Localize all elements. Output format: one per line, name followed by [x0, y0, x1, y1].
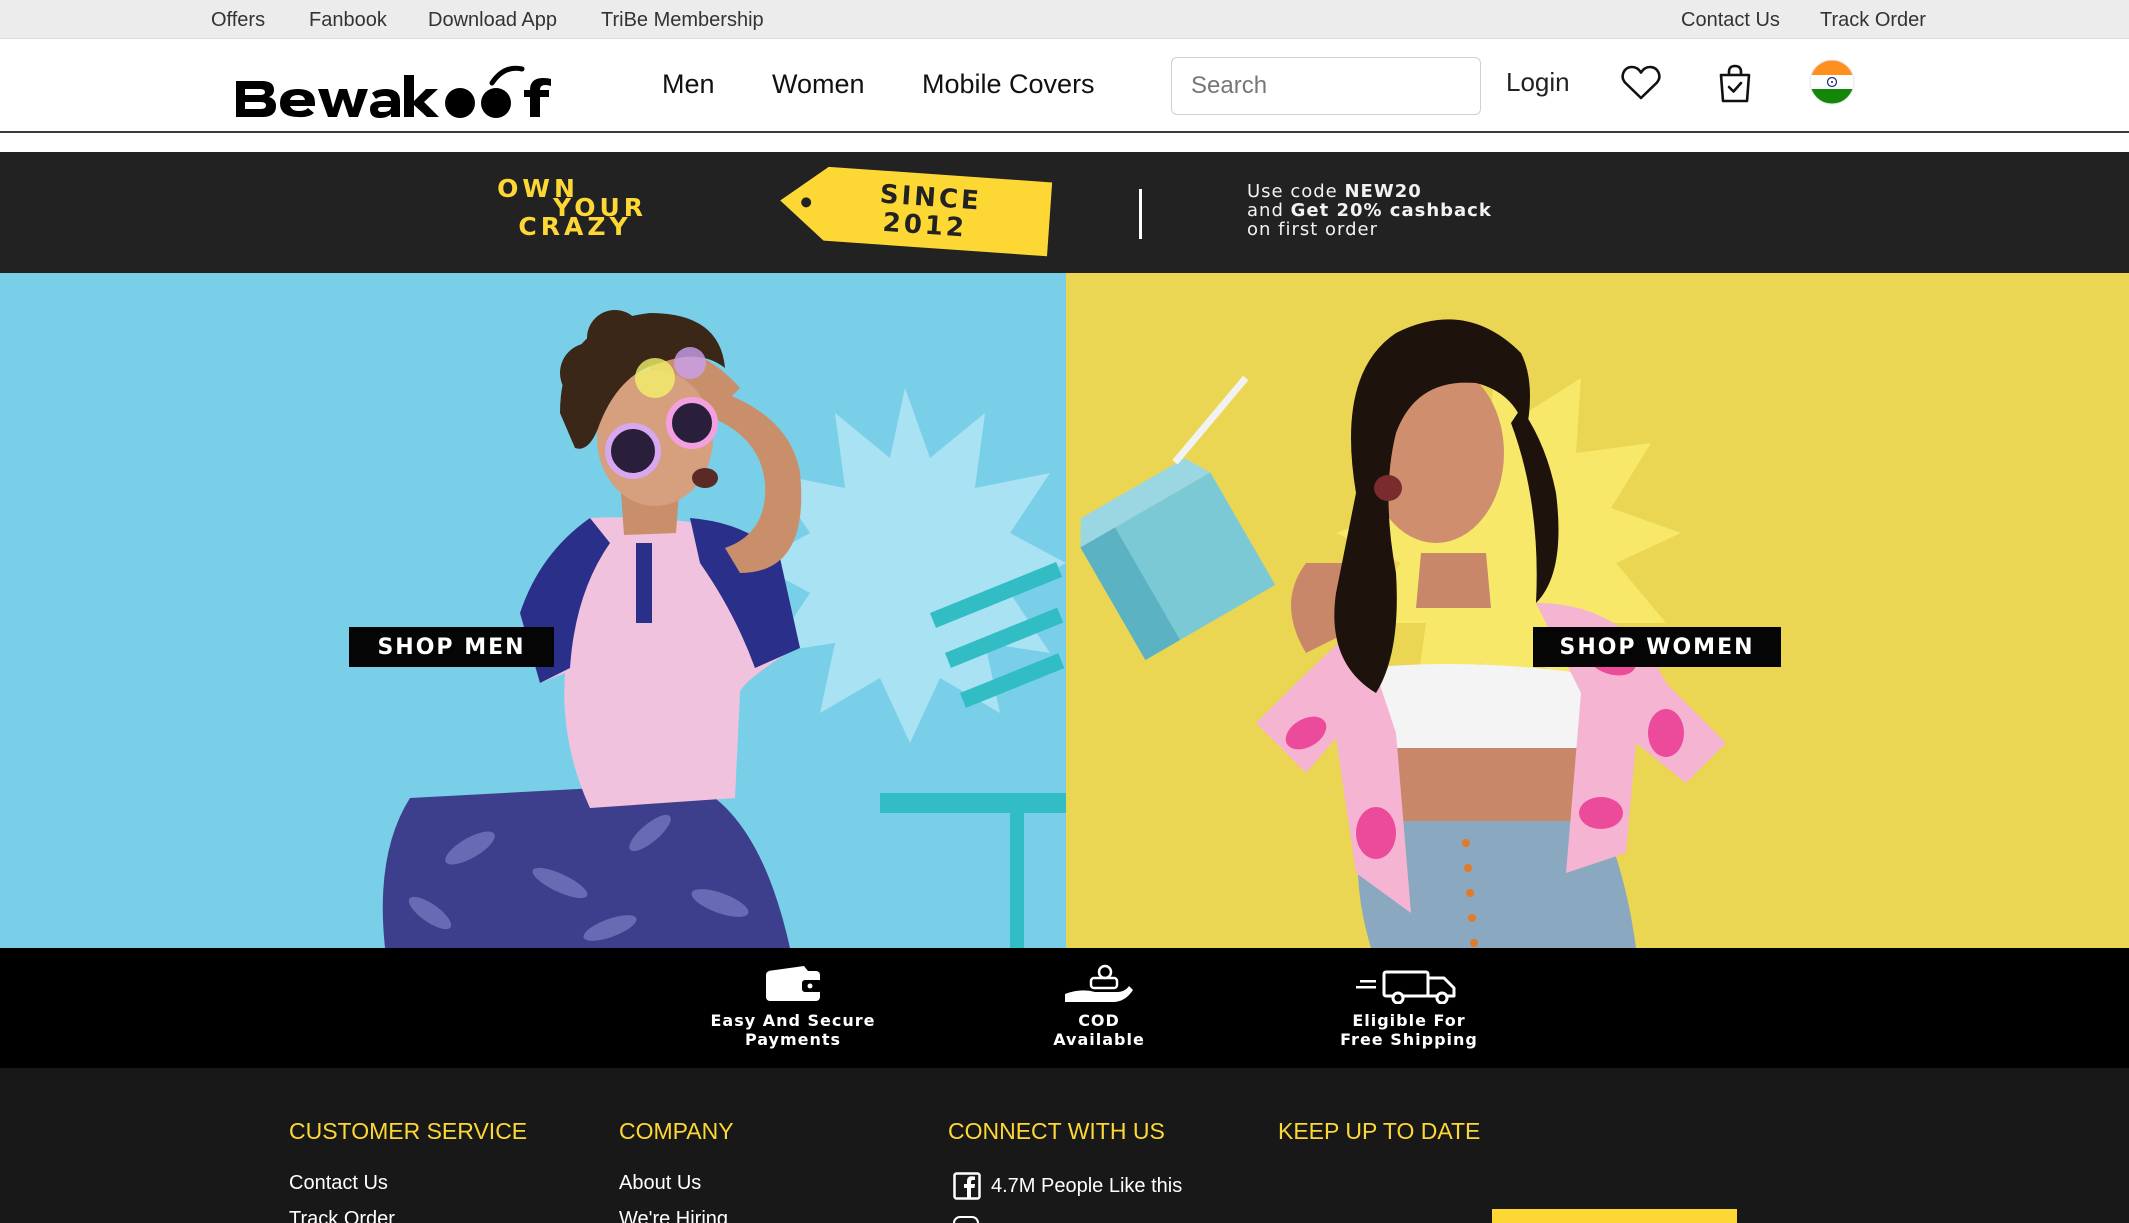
- promo-code-line2: and Get 20% cashback: [1247, 200, 1492, 221]
- footer-keep-up-title: KEEP UP TO DATE: [1278, 1118, 1481, 1144]
- facebook-icon: [953, 1172, 981, 1200]
- login-link[interactable]: Login: [1506, 67, 1570, 98]
- shop-women-button[interactable]: SHOP WOMEN: [1533, 627, 1781, 667]
- men-model-image: [382, 310, 1066, 948]
- facebook-likes-row[interactable]: 4.7M People Like this: [953, 1172, 1182, 1200]
- subscribe-button[interactable]: [1492, 1209, 1737, 1223]
- bewakoof-logo[interactable]: [234, 61, 621, 119]
- topbar-link-contact-us[interactable]: Contact Us: [1681, 9, 1780, 32]
- wallet-icon: [766, 966, 822, 1001]
- hero-section: SHOP MEN SHOP WOMEN: [0, 273, 2129, 948]
- top-utility-bar: Offers Fanbook Download App TriBe Member…: [0, 0, 2129, 39]
- feature-secure-payments: Easy And Secure Payments: [648, 964, 938, 1049]
- cash-on-delivery-icon: [1065, 964, 1133, 1002]
- topbar-link-download-app[interactable]: Download App: [428, 9, 557, 32]
- footer-connect-title: CONNECT WITH US: [948, 1118, 1165, 1144]
- feature-secure-payments-line1: Easy And Secure: [710, 1011, 876, 1030]
- topbar-link-tribe-membership[interactable]: TriBe Membership: [601, 9, 764, 32]
- promo-banner[interactable]: OWN YOUR CRAZY SINCE 2012 Use code NEW20…: [0, 152, 2129, 273]
- feature-free-shipping-line2: Free Shipping: [1340, 1030, 1478, 1049]
- topbar-link-track-order[interactable]: Track Order: [1820, 9, 1926, 32]
- shop-men-button[interactable]: SHOP MEN: [349, 627, 554, 667]
- main-header: Men Women Mobile Covers Login: [0, 39, 2129, 133]
- delivery-truck-icon: [1356, 970, 1456, 1005]
- promo-artwork: OWN YOUR CRAZY SINCE 2012 Use code NEW20…: [497, 166, 1492, 257]
- nav-women[interactable]: Women: [772, 69, 865, 100]
- heart-icon[interactable]: [1617, 59, 1665, 107]
- feature-cod: COD Available: [1014, 964, 1184, 1049]
- promo-code-line1: Use code NEW20: [1247, 181, 1422, 202]
- search-input[interactable]: [1171, 57, 1481, 115]
- footer-link-track-order[interactable]: Track Order: [289, 1208, 395, 1223]
- topbar-link-fanbook[interactable]: Fanbook: [309, 9, 387, 32]
- feature-free-shipping: Eligible For Free Shipping: [1284, 964, 1534, 1049]
- footer-customer-service-title: CUSTOMER SERVICE: [289, 1118, 528, 1144]
- promo-code-line3: on first order: [1247, 219, 1378, 240]
- promo-divider: [1139, 189, 1142, 239]
- hero-men-panel[interactable]: SHOP MEN: [0, 273, 1066, 948]
- site-footer: CUSTOMER SERVICE Contact Us Track Order …: [0, 1068, 2129, 1223]
- feature-cod-line2: Available: [1053, 1030, 1145, 1049]
- shopping-bag-icon[interactable]: [1711, 59, 1759, 107]
- bewakoof-logo-mark: [236, 65, 551, 118]
- india-flag-icon[interactable]: [1809, 59, 1855, 105]
- nav-mobile-covers[interactable]: Mobile Covers: [922, 69, 1095, 100]
- since-tag-line2: 2012: [882, 208, 968, 244]
- hero-women-panel[interactable]: SHOP WOMEN: [1066, 273, 2129, 948]
- instagram-icon[interactable]: [953, 1216, 979, 1223]
- footer-link-were-hiring[interactable]: We're Hiring: [619, 1208, 728, 1223]
- footer-link-about-us[interactable]: About Us: [619, 1172, 701, 1195]
- feature-secure-payments-line2: Payments: [744, 1030, 842, 1049]
- women-model-image: [1080, 319, 1726, 948]
- footer-company-title: COMPANY: [619, 1118, 734, 1144]
- promo-tagline-line3: CRAZY: [518, 212, 631, 241]
- footer-link-contact-us[interactable]: Contact Us: [289, 1172, 388, 1195]
- feature-free-shipping-line1: Eligible For: [1352, 1011, 1466, 1030]
- feature-cod-line1: COD: [1078, 1011, 1120, 1030]
- features-strip: Easy And Secure Payments COD Available E…: [0, 948, 2129, 1068]
- facebook-likes-text: 4.7M People Like this: [991, 1174, 1183, 1197]
- topbar-link-offers[interactable]: Offers: [211, 9, 265, 32]
- nav-men[interactable]: Men: [662, 69, 715, 100]
